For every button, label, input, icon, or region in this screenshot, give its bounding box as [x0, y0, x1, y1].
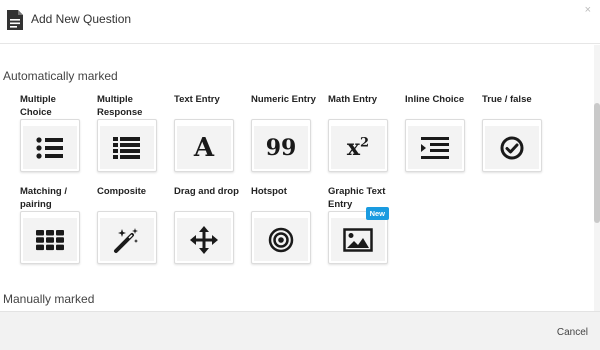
section-title-auto: Automatically marked [3, 69, 118, 83]
question-type-tile[interactable] [20, 119, 80, 172]
close-icon[interactable]: × [585, 5, 591, 16]
letter-a-icon: A [193, 132, 215, 163]
question-type-label: Text Entry [174, 94, 220, 105]
question-type-graphic-text-entry[interactable]: Graphic Text Entry New [328, 186, 398, 264]
question-type-label: Multiple Choice [20, 94, 56, 118]
scrollbar-track[interactable] [594, 45, 600, 311]
question-type-label: Numeric Entry [251, 94, 316, 105]
question-type-tile[interactable] [174, 211, 234, 264]
dialog-title: Add New Question [31, 12, 132, 26]
question-type-tile[interactable]: x2 [328, 119, 388, 172]
math-exponent-glyph: 2 [360, 135, 370, 151]
question-type-tile[interactable] [97, 119, 157, 172]
document-icon [7, 10, 23, 30]
section-title-manual: Manually marked [3, 292, 95, 306]
question-type-label: Matching / pairing [20, 186, 67, 210]
check-circle-icon [500, 136, 524, 159]
question-type-tile[interactable]: 99 [251, 119, 311, 172]
question-type-label: Inline Choice [405, 94, 465, 105]
question-type-tile[interactable] [97, 211, 157, 264]
image-icon [343, 227, 373, 252]
target-icon [268, 227, 294, 252]
list-icon [113, 136, 140, 159]
question-type-text-entry[interactable]: Text Entry A [174, 94, 244, 172]
move-arrows-icon [190, 225, 218, 254]
dialog-header: Add New Question × [0, 0, 600, 44]
question-type-multiple-response[interactable]: Multiple Response [97, 94, 167, 172]
question-type-true-false[interactable]: True / false [482, 94, 552, 172]
math-base-glyph: x [346, 134, 361, 161]
question-type-label: Multiple Response [97, 94, 143, 118]
new-badge: New [365, 207, 389, 220]
grid-icon [36, 229, 64, 250]
question-type-drag-and-drop[interactable]: Drag and drop [174, 186, 244, 264]
question-type-tile[interactable]: A [174, 119, 234, 172]
list-bullets-icon [36, 136, 63, 159]
question-type-inline-choice[interactable]: Inline Choice [405, 94, 475, 172]
question-type-composite[interactable]: Composite [97, 186, 167, 264]
question-type-label: Composite [97, 186, 147, 197]
indent-icon [421, 136, 449, 159]
number-icon: 99 [265, 134, 297, 161]
question-type-label: Drag and drop [174, 186, 239, 197]
question-type-label: Math Entry [328, 94, 378, 105]
scrollbar-thumb[interactable] [594, 103, 600, 223]
question-type-tile[interactable] [482, 119, 542, 172]
question-type-multiple-choice[interactable]: Multiple Choice [20, 94, 90, 172]
question-type-tile[interactable] [251, 211, 311, 264]
cancel-button[interactable]: Cancel [557, 327, 588, 338]
dialog-footer: Cancel [0, 311, 600, 350]
question-type-numeric-entry[interactable]: Numeric Entry 99 [251, 94, 321, 172]
magic-wand-icon [114, 227, 138, 253]
dialog-body: Automatically marked Multiple Choice Mul… [0, 45, 600, 311]
question-type-matching-pairing[interactable]: Matching / pairing [20, 186, 90, 264]
superscript-icon: x2 [347, 135, 369, 161]
question-type-label: Hotspot [251, 186, 287, 197]
question-type-math-entry[interactable]: Math Entry x2 [328, 94, 398, 172]
question-type-tile[interactable]: New [328, 207, 389, 264]
question-type-hotspot[interactable]: Hotspot [251, 186, 321, 264]
question-type-label: True / false [482, 94, 532, 105]
add-question-dialog: Add New Question × Automatically marked … [0, 0, 600, 350]
question-type-tile[interactable] [405, 119, 465, 172]
question-type-tile[interactable] [20, 211, 80, 264]
